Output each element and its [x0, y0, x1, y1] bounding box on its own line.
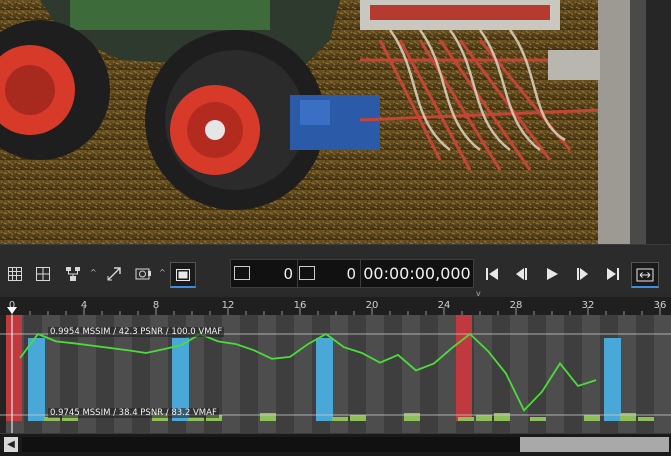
frame-end-icon: [299, 266, 315, 280]
video-frame-image: [0, 0, 646, 244]
camera-menu-caret-icon[interactable]: ^: [159, 268, 166, 277]
frame-bar-green: [458, 417, 474, 421]
step-forward-icon[interactable]: [572, 263, 594, 285]
frame-bar-green: [404, 413, 420, 421]
timeline-ruler[interactable]: 0 4 8 12 16 20 24 28 32 36: [0, 297, 671, 315]
frame-bar-green: [476, 415, 492, 421]
frame-start-value: 0: [283, 264, 293, 283]
frame-end-value: 0: [346, 264, 356, 283]
skip-to-end-icon[interactable]: [602, 263, 624, 285]
frame-bar-blue: [28, 338, 45, 421]
frame-bar-green: [638, 417, 654, 421]
step-back-icon[interactable]: [510, 263, 532, 285]
network-menu-caret-icon[interactable]: ^: [90, 268, 97, 277]
timeline-scrollbar[interactable]: ◀: [0, 433, 671, 456]
frame-bar-blue: [604, 338, 621, 421]
timecode-field[interactable]: 00:00:00,000: [360, 259, 474, 288]
arrow-diagonal-icon[interactable]: [103, 263, 125, 285]
play-icon[interactable]: [541, 263, 563, 285]
scroll-left-button[interactable]: ◀: [4, 437, 18, 452]
frame-bar-red: [6, 315, 22, 421]
grid-small-icon[interactable]: [4, 263, 26, 285]
display-mode-icon[interactable]: [170, 262, 196, 288]
video-viewport: [0, 0, 671, 244]
video-side-panel: [646, 0, 671, 244]
frame-bar-green: [584, 415, 600, 421]
frame-bar-green: [332, 417, 348, 421]
timecode-value: 00:00:00,000: [363, 264, 471, 283]
camera-settings-icon[interactable]: [132, 263, 154, 285]
top-metric-label: 0.9954 MSSIM / 42.3 PSNR / 100.0 VMAF: [48, 327, 225, 337]
frame-bar-green: [530, 417, 546, 421]
frame-start-icon: [234, 266, 250, 280]
fit-width-icon[interactable]: [631, 262, 659, 288]
frame-bar-blue: [316, 338, 333, 421]
frame-bar-green: [350, 415, 366, 421]
timeline-panel[interactable]: 0 4 8 12 16 20 24 28 32 36 0.9954 MSSIM / 42.3 PS…: [0, 297, 671, 433]
network-icon[interactable]: [62, 263, 84, 285]
bottom-metric-label: 0.9745 MSSIM / 38.4 PSNR / 83.2 VMAF: [48, 408, 219, 418]
scroll-thumb[interactable]: [520, 437, 669, 452]
frame-bar-green: [494, 413, 510, 421]
frame-bar-green: [620, 413, 636, 421]
playhead-marker-icon: [7, 307, 17, 314]
ruler-ticks: [7, 307, 661, 315]
skip-to-start-icon[interactable]: [481, 263, 503, 285]
frame-bar-green: [260, 413, 276, 421]
frame-bar-red: [456, 315, 472, 421]
grid-large-icon[interactable]: [32, 263, 54, 285]
